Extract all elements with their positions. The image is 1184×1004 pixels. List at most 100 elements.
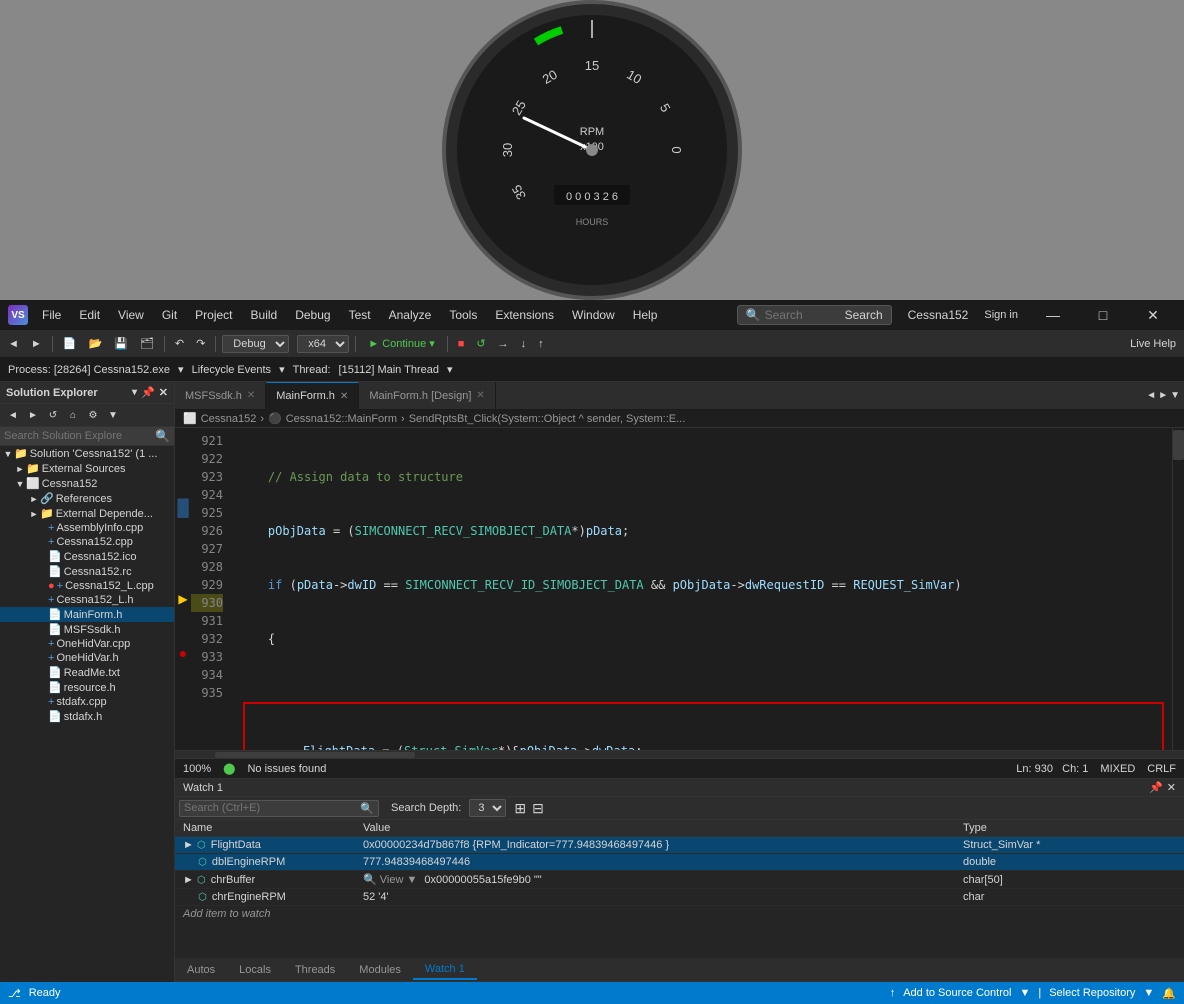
sign-in-button[interactable]: Sign in [976,309,1026,321]
close-button[interactable]: ✕ [1130,300,1176,330]
breadcrumb-project[interactable]: Cessna152 [201,413,257,425]
watch-search-icon[interactable]: 🔍 [360,802,374,815]
save-button[interactable]: 💾 [110,335,132,352]
debug-stop-button[interactable]: ■ [454,336,469,352]
select-repository[interactable]: Select Repository [1049,987,1135,999]
watch-close-icon[interactable]: ✕ [1167,781,1176,794]
se-home-btn[interactable]: ⌂ [64,406,82,424]
repo-dropdown[interactable]: ▼ [1143,987,1154,999]
tree-cessna152ico[interactable]: ► 📄 Cessna152.ico [0,549,174,564]
tree-stdafxcpp[interactable]: ► + stdafx.cpp [0,695,174,709]
se-back-btn[interactable]: ◄ [4,406,22,424]
open-button[interactable]: 📂 [84,335,106,352]
watch-collapse-icon[interactable]: ⊟ [532,800,544,817]
tree-mainformh[interactable]: ► 📄 MainForm.h [0,607,174,622]
undo-button[interactable]: ↶ [171,335,188,352]
tree-cessna152cpp[interactable]: ► + Cessna152.cpp [0,535,174,549]
tree-cessna152rc[interactable]: ► 📄 Cessna152.rc [0,564,174,579]
scroll-down-icon[interactable]: ► [1158,390,1168,401]
debug-tab-locals[interactable]: Locals [227,961,283,979]
tab-list-icon[interactable]: ▼ [1170,390,1180,401]
tab-mainformh[interactable]: MainForm.h ✕ [266,382,359,410]
tree-cessna152[interactable]: ▼ ⬜ Cessna152 [0,476,174,491]
new-file-button[interactable]: 📄 [59,335,81,352]
menu-window[interactable]: Window [564,304,623,326]
se-search-icon[interactable]: 🔍 [155,429,170,443]
menu-tools[interactable]: Tools [441,304,485,326]
breadcrumb-class[interactable]: Cessna152::MainForm [286,413,397,425]
watch-row-chrbuffer[interactable]: ► ⬡ chrBuffer 🔍 View ▼ 0x00000055a15fe9b… [175,871,1184,889]
tab-mainformh-design[interactable]: MainForm.h [Design] ✕ [359,382,495,410]
zoom-level[interactable]: 100% [183,763,211,775]
thread-dropdown[interactable]: ▾ [447,363,453,376]
tree-assemblyinfo[interactable]: ► + AssemblyInfo.cpp [0,521,174,535]
tree-readme[interactable]: ► 📄 ReadMe.txt [0,665,174,680]
menu-extensions[interactable]: Extensions [487,304,562,326]
se-settings-btn[interactable]: ⚙ [84,406,102,424]
editor-hscroll[interactable] [175,750,1184,758]
tab-msfssdk[interactable]: MSFSsdk.h ✕ [175,382,266,410]
tree-resourceh[interactable]: ► 📄 resource.h [0,680,174,695]
tree-msfssdk[interactable]: ► 📄 MSFSsdk.h [0,622,174,637]
se-search-input[interactable] [4,430,155,442]
forward-button[interactable]: ► [27,336,46,352]
tree-stdafxh[interactable]: ► 📄 stdafx.h [0,709,174,724]
notification-icon[interactable]: 🔔 [1162,987,1176,1000]
back-button[interactable]: ◄ [4,336,23,352]
restart-button[interactable]: ↺ [472,335,489,352]
watch-row-chrenginerpm[interactable]: ⬡ chrEngineRPM 52 '4' char [175,889,1184,906]
menu-analyze[interactable]: Analyze [381,304,440,326]
debug-tab-modules[interactable]: Modules [347,961,413,979]
menu-debug[interactable]: Debug [287,304,338,326]
menu-file[interactable]: File [34,304,69,326]
editor-scrollbar[interactable] [1172,428,1184,750]
watch-search-box[interactable]: 🔍 [179,800,379,817]
se-forward-btn[interactable]: ► [24,406,42,424]
scroll-up-icon[interactable]: ◄ [1146,390,1156,401]
step-over-button[interactable]: → [494,336,513,352]
platform-select[interactable]: x64 [297,335,349,353]
source-control-dropdown[interactable]: ▼ [1019,987,1030,999]
redo-button[interactable]: ↷ [192,335,209,352]
se-refresh-btn[interactable]: ↺ [44,406,62,424]
tree-onehidvarh[interactable]: ► + OneHidVar.h [0,651,174,665]
tree-solution[interactable]: ▼ 📁 Solution 'Cessna152' (1 ... [0,446,174,461]
se-collapse-icon[interactable]: ▾ [132,387,137,398]
breadcrumb-method[interactable]: SendRptsBt_Click(System::Object ^ sender… [409,413,686,425]
menu-git[interactable]: Git [154,304,185,326]
menu-test[interactable]: Test [341,304,379,326]
debug-tab-threads[interactable]: Threads [283,961,347,979]
watch-view-icon[interactable]: 🔍 View ▼ [363,874,417,886]
menu-project[interactable]: Project [187,304,240,326]
debug-tab-autos[interactable]: Autos [175,961,227,979]
tree-onehidvarcpp[interactable]: ► + OneHidVar.cpp [0,637,174,651]
se-pin-icon[interactable]: 📌 [141,386,155,399]
tree-references[interactable]: ► 🔗 References [0,491,174,506]
watch-expand-icon[interactable]: ⊞ [514,800,526,817]
tree-ext-deps[interactable]: ► 📁 External Depende... [0,506,174,521]
se-filter-btn[interactable]: ▼ [104,406,122,424]
step-into-button[interactable]: ↓ [517,336,531,352]
watch-row-flightdata[interactable]: ► ⬡ FlightData 0x00000234d7b867f8 {RPM_I… [175,837,1184,854]
title-search-input[interactable] [765,308,845,322]
watch-expand-chrbuffer[interactable]: ► [183,874,194,886]
tree-cessna152lcpp[interactable]: ► ● + Cessna152_L.cpp [0,579,174,593]
watch-depth-select[interactable]: 3 [469,799,506,817]
watch-pin-icon[interactable]: 📌 [1149,781,1163,794]
se-close-icon[interactable]: ✕ [159,386,168,399]
lifecycle-dropdown[interactable]: ▾ [279,363,285,376]
menu-help[interactable]: Help [625,304,666,326]
watch-add-item[interactable]: Add item to watch [175,906,1184,922]
maximize-button[interactable]: □ [1080,300,1126,330]
title-search-box[interactable]: 🔍 Search [737,305,892,325]
tab-msfssdk-close[interactable]: ✕ [247,390,255,401]
menu-edit[interactable]: Edit [71,304,108,326]
tab-mainformh-design-close[interactable]: ✕ [476,390,484,401]
menu-view[interactable]: View [110,304,152,326]
process-dropdown[interactable]: ▾ [178,363,184,376]
watch-row-dblenginerpm[interactable]: ⬡ dblEngineRPM 777.94839468497446 double [175,854,1184,871]
menu-build[interactable]: Build [243,304,286,326]
add-source-control[interactable]: Add to Source Control [903,987,1011,999]
debug-tab-watch1[interactable]: Watch 1 [413,960,477,980]
tree-cessna152lh[interactable]: ► + Cessna152_L.h [0,593,174,607]
